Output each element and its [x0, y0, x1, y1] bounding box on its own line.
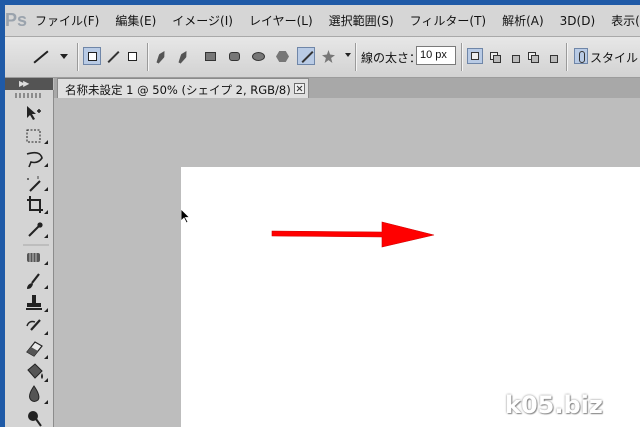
chevron-down-icon[interactable] — [345, 53, 351, 57]
divider — [566, 43, 567, 71]
fill-pixels-button[interactable] — [123, 47, 141, 65]
add-to-shape-button[interactable] — [486, 48, 502, 64]
tools-icons — [23, 106, 49, 427]
shape-layers-button[interactable] — [83, 47, 101, 65]
photoshop-window: Ps ファイル(F) 編集(E) イメージ(I) レイヤー(L) 選択範囲(S)… — [5, 5, 640, 427]
freeform-pen-button[interactable] — [175, 47, 193, 65]
stroke-width-input[interactable]: 10 px — [416, 46, 456, 65]
rounded-rectangle-icon — [229, 52, 240, 61]
rounded-rectangle-tool-button[interactable] — [225, 47, 243, 65]
watermark: k05.biz — [505, 391, 603, 419]
paths-button[interactable] — [103, 47, 121, 65]
panel-collapse-bar[interactable]: ▶▶ — [5, 78, 53, 90]
line-tool-icon — [33, 50, 49, 64]
menu-edit[interactable]: 編集(E) — [107, 12, 164, 29]
menu-filter[interactable]: フィルター(T) — [402, 12, 494, 29]
healing-brush-icon[interactable] — [27, 253, 48, 265]
stroke-width-label: 線の太さ： — [361, 51, 422, 65]
red-arrow-shape[interactable] — [271, 221, 435, 248]
style-label: スタイル： — [590, 51, 640, 65]
arrow-shape-layer[interactable] — [181, 167, 640, 427]
tool-preset-picker[interactable] — [25, 45, 73, 69]
lasso-tool-icon[interactable] — [26, 151, 48, 168]
link-layer-button[interactable] — [574, 48, 588, 64]
rectangle-tool-button[interactable] — [201, 47, 219, 65]
blur-tool-icon[interactable] — [29, 385, 48, 404]
magic-wand-icon[interactable] — [27, 176, 48, 192]
exclude-shape-button[interactable] — [543, 48, 559, 64]
document-tab[interactable]: 名称未設定 1 @ 50% (シェイプ 2, RGB/8) * — [57, 78, 309, 98]
ps-logo: Ps — [5, 10, 28, 30]
polygon-tool-button[interactable] — [273, 47, 291, 65]
brush-tool-icon[interactable] — [27, 273, 48, 289]
fill-pixels-icon — [128, 52, 137, 61]
ellipse-icon — [252, 52, 265, 61]
chevron-down-icon — [60, 54, 68, 59]
intersect-shape-button[interactable] — [524, 48, 540, 64]
line-tool-button[interactable] — [297, 47, 315, 65]
move-tool-icon[interactable] — [27, 106, 41, 120]
double-chevron-right-icon: ▶▶ — [19, 79, 29, 88]
pen-tool-button[interactable] — [153, 47, 171, 65]
custom-shape-icon — [322, 50, 335, 63]
menu-bar: Ps ファイル(F) 編集(E) イメージ(I) レイヤー(L) 選択範囲(S)… — [5, 5, 640, 37]
menu-file[interactable]: ファイル(F) — [27, 12, 107, 29]
subtract-shape-button[interactable] — [505, 48, 521, 64]
menu-analysis[interactable]: 解析(A) — [494, 12, 552, 29]
divider — [77, 43, 78, 71]
mouse-pointer-icon — [181, 209, 191, 224]
exclude-shape-icon — [550, 55, 558, 63]
rectangle-icon — [205, 52, 216, 61]
document-canvas[interactable] — [181, 167, 640, 427]
new-shape-layer-button[interactable] — [467, 48, 483, 64]
history-brush-icon[interactable] — [26, 319, 48, 335]
ellipse-tool-button[interactable] — [249, 47, 267, 65]
rectangular-marquee-icon[interactable] — [26, 129, 41, 143]
pen-icon — [155, 49, 167, 64]
close-icon[interactable] — [294, 83, 305, 94]
eyedropper-icon[interactable] — [28, 222, 48, 238]
divider — [461, 43, 462, 71]
divider — [355, 43, 356, 71]
menu-3d[interactable]: 3D(D) — [552, 14, 603, 28]
document-workspace[interactable] — [54, 98, 640, 427]
intersect-shape-icon-back — [531, 55, 539, 63]
menu-view[interactable]: 表示(V) — [603, 12, 640, 29]
polygon-icon — [276, 51, 289, 62]
options-bar: 線の太さ： 10 px スタイル： — [5, 37, 640, 78]
new-layer-icon — [471, 52, 479, 60]
paths-icon — [107, 50, 120, 64]
custom-shape-tool-button[interactable] — [319, 47, 337, 65]
document-title: 名称未設定 1 @ 50% (シェイプ 2, RGB/8) * — [65, 83, 301, 97]
divider — [147, 43, 148, 71]
tools-panel — [5, 90, 54, 427]
paint-bucket-icon[interactable] — [27, 363, 48, 382]
shape-layers-icon — [88, 52, 97, 61]
crop-tool-icon[interactable] — [27, 196, 48, 214]
eraser-tool-icon[interactable] — [26, 341, 48, 359]
clone-stamp-icon[interactable] — [26, 295, 48, 312]
dodge-tool-icon[interactable] — [28, 411, 42, 427]
menu-layer[interactable]: レイヤー(L) — [241, 12, 321, 29]
menu-select[interactable]: 選択範囲(S) — [321, 12, 402, 29]
freeform-pen-icon — [177, 49, 189, 64]
subtract-shape-icon — [512, 55, 520, 63]
menu-image[interactable]: イメージ(I) — [164, 12, 241, 29]
chain-link-icon — [579, 51, 585, 63]
line-icon — [301, 50, 314, 64]
add-shape-icon-back — [493, 55, 501, 63]
document-tab-bar: 名称未設定 1 @ 50% (シェイプ 2, RGB/8) * — [54, 78, 640, 98]
